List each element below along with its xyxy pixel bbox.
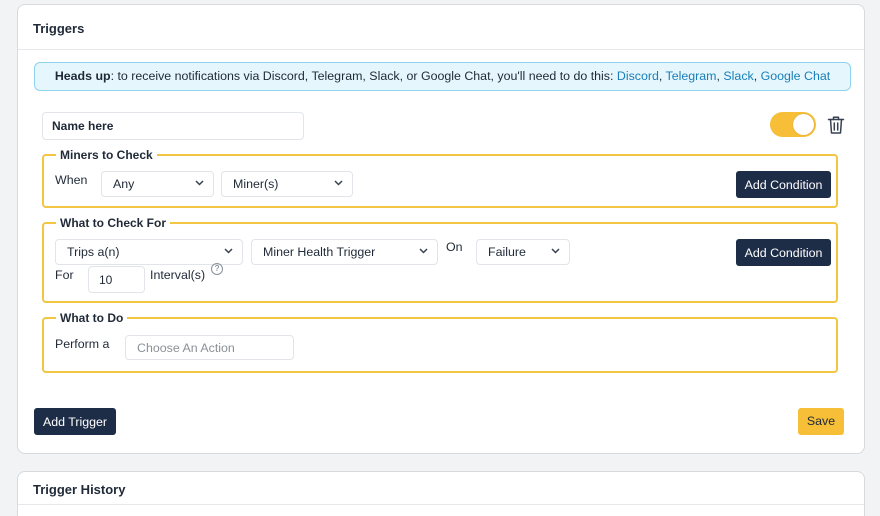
trigger-type-select-value: Miner Health Trigger — [263, 245, 376, 259]
on-label: On — [446, 240, 463, 254]
trigger-history-title: Trigger History — [18, 472, 864, 505]
what-to-check-for-legend: What to Check For — [60, 216, 167, 230]
quantifier-select[interactable]: Any — [101, 171, 214, 197]
help-icon[interactable]: ? — [211, 263, 223, 275]
notifications-alert: Heads up: to receive notifications via D… — [34, 62, 851, 91]
alert-message: : to receive notifications via Discord, … — [110, 69, 617, 83]
chevron-down-icon — [224, 248, 233, 254]
perform-label: Perform a — [55, 337, 110, 351]
trash-icon[interactable] — [827, 115, 845, 135]
quantifier-select-value: Any — [113, 177, 135, 191]
chevron-down-icon — [551, 248, 560, 254]
alert-separator: , — [753, 69, 761, 83]
trigger-type-select[interactable]: Miner Health Trigger — [251, 239, 438, 265]
slack-link[interactable]: Slack — [723, 69, 753, 83]
on-condition-select-value: Failure — [488, 245, 526, 259]
add-trigger-button[interactable]: Add Trigger — [34, 408, 116, 435]
what-to-do-legend: What to Do — [60, 311, 124, 325]
chevron-down-icon — [419, 248, 428, 254]
check-type-select-value: Trips a(n) — [67, 245, 120, 259]
miners-add-condition-button[interactable]: Add Condition — [736, 171, 831, 198]
alert-separator: , — [658, 69, 666, 83]
when-label: When — [55, 173, 88, 187]
check-add-condition-button[interactable]: Add Condition — [736, 239, 831, 266]
save-button[interactable]: Save — [798, 408, 844, 435]
miners-select[interactable]: Miner(s) — [221, 171, 353, 197]
what-to-check-for-group: What to Check For Trips a(n) Miner Healt… — [42, 217, 838, 303]
toggle-knob — [793, 114, 814, 135]
trigger-enabled-toggle[interactable] — [770, 112, 816, 137]
for-label: For — [55, 268, 74, 282]
miners-to-check-group: Miners to Check When Any Miner(s) Add Co… — [42, 149, 838, 208]
on-condition-select[interactable]: Failure — [476, 239, 570, 265]
what-to-do-group: What to Do Perform a — [42, 312, 838, 373]
interval-count-input[interactable] — [88, 266, 145, 293]
interval-label: Interval(s) — [150, 268, 206, 282]
alert-prefix: Heads up — [54, 69, 111, 83]
check-type-select[interactable]: Trips a(n) — [55, 239, 243, 265]
discord-link[interactable]: Discord — [617, 69, 659, 83]
triggers-card-title: Triggers — [18, 5, 864, 50]
action-input[interactable] — [125, 335, 294, 360]
triggers-card: Triggers Heads up: to receive notificati… — [17, 4, 865, 454]
chevron-down-icon — [334, 180, 343, 186]
chevron-down-icon — [195, 180, 204, 186]
miners-to-check-legend: Miners to Check — [60, 148, 153, 162]
google-chat-link[interactable]: Google Chat — [761, 69, 831, 83]
telegram-link[interactable]: Telegram — [666, 69, 717, 83]
trigger-history-card: Trigger History — [17, 471, 865, 516]
miners-select-value: Miner(s) — [233, 177, 279, 191]
trigger-name-input[interactable] — [42, 112, 304, 140]
